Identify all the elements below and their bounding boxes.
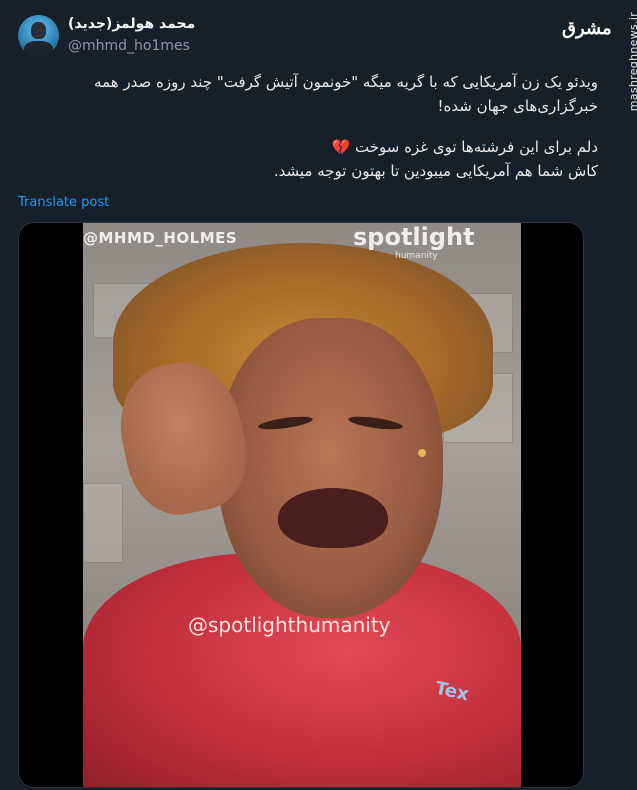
child-mouth [278, 488, 388, 548]
user-avatar[interactable] [18, 15, 59, 56]
avatar-body [24, 41, 53, 56]
watermark-logo: مشرق [562, 12, 612, 42]
tweet-paragraph-2-line-1: دلم برای این فرشته‌ها توی غزه سوخت 💔 [331, 138, 598, 156]
watermark-site: mashreghnews.ir [627, 12, 637, 112]
display-name[interactable]: محمد هولمز(جدید) [68, 16, 195, 32]
video-overlay-handle: @MHMD_HOLMES [83, 229, 238, 247]
user-handle[interactable]: @mhmd_ho1mes [68, 38, 190, 54]
video-overlay-brand: spotlight [353, 223, 475, 251]
video-overlay-brand-sub: humanity [395, 251, 438, 261]
tweet-text: ویدئو یک زن آمریکایی که با گریه میگه "خو… [18, 70, 598, 183]
tweet-paragraph-1: ویدئو یک زن آمریکایی که با گریه میگه "خو… [94, 73, 598, 115]
child-face [218, 318, 443, 618]
video-overlay-credit: @spotlighthumanity [188, 613, 391, 637]
media-video[interactable]: @MHMD_HOLMES spotlight humanity @spotlig… [18, 222, 584, 788]
wall-block [83, 483, 123, 563]
child-earring [418, 449, 426, 457]
avatar-head [31, 22, 46, 39]
video-frame: @MHMD_HOLMES spotlight humanity @spotlig… [83, 223, 521, 787]
watermark-logo-text: مشرق [562, 18, 612, 39]
tweet-paragraph-2-line-2: کاش شما هم آمریکایی میبودین تا بهتون توج… [273, 162, 598, 180]
translate-post-link[interactable]: Translate post [18, 195, 109, 210]
